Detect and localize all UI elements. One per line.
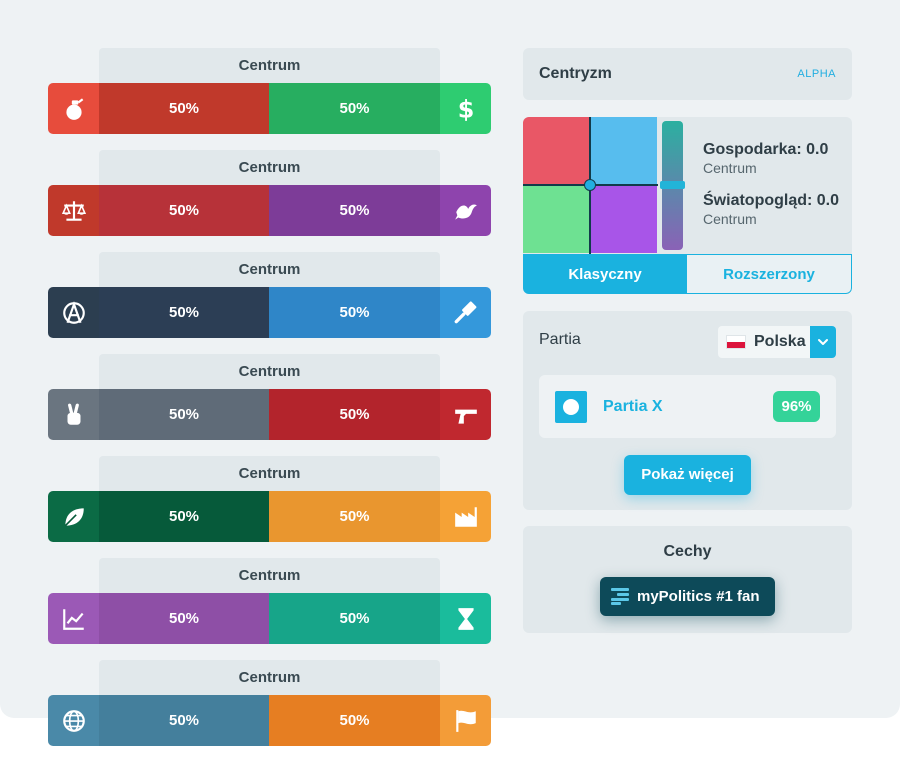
party-card: Partia Polska Partia X 96% Pokaż więcej: [523, 311, 852, 510]
party-match-badge: 96%: [773, 391, 820, 422]
party-label: Partia: [539, 331, 581, 348]
third-axis-slider-knob[interactable]: [660, 181, 685, 189]
axis-label: Centrum: [99, 558, 440, 593]
mypolitics-logo-icon: [611, 588, 629, 605]
traits-card: Cechy myPolitics #1 fan: [523, 526, 852, 633]
axis-bar[interactable]: 50% 50%: [48, 491, 491, 542]
axis-bar[interactable]: 50% 50%: [48, 593, 491, 644]
party-logo-icon: [555, 391, 587, 423]
show-more-button[interactable]: Pokaż więcej: [624, 455, 751, 495]
party-result-row[interactable]: Partia X 96%: [539, 375, 836, 438]
traits-title: Cechy: [663, 543, 712, 560]
axis-label: Centrum: [99, 456, 440, 491]
dove-icon: [440, 185, 491, 236]
compass-tabs: Klasyczny Rozszerzony: [523, 254, 852, 294]
axis-bar[interactable]: 50% 50%: [48, 389, 491, 440]
factory-icon: [440, 491, 491, 542]
axis-row: Centrum 50% 50%: [48, 252, 491, 352]
axis-right-value: 50%: [269, 491, 440, 542]
trait-badge[interactable]: myPolitics #1 fan: [600, 577, 775, 616]
worldview-description: Centrum: [703, 211, 757, 227]
worldview-score: Światopogląd: 0.0: [703, 192, 840, 209]
compass-quadrant-bottom-left: [523, 185, 590, 253]
country-select[interactable]: Polska: [718, 326, 836, 358]
grenade-icon: [48, 83, 99, 134]
axis-right-value: 50%: [269, 593, 440, 644]
economy-score: Gospodarka: 0.0: [703, 141, 829, 158]
axis-left-value: 50%: [99, 83, 269, 134]
axis-left-value: 50%: [99, 287, 269, 338]
axis-right-value: 50%: [269, 695, 440, 746]
growth-chart-icon: [48, 593, 99, 644]
tab-extended[interactable]: Rozszerzony: [687, 254, 852, 294]
axis-right-value: 50%: [269, 287, 440, 338]
compass-quadrant-bottom-right: [590, 185, 657, 253]
axis-bar[interactable]: 50% 50%: [48, 287, 491, 338]
axis-label: Centrum: [99, 660, 440, 695]
trait-badge-label: myPolitics #1 fan: [637, 588, 760, 605]
axis-row: Centrum 50% 50%: [48, 456, 491, 556]
compass-quadrant-top-right: [590, 117, 657, 185]
ideology-title: Centryzm: [539, 65, 612, 82]
tab-classic[interactable]: Klasyczny: [523, 254, 687, 294]
axis-label: Centrum: [99, 150, 440, 185]
chevron-down-icon[interactable]: [810, 326, 836, 358]
axis-left-value: 50%: [99, 491, 269, 542]
economy-description: Centrum: [703, 160, 757, 176]
party-name[interactable]: Partia X: [603, 375, 663, 438]
alpha-badge: ALPHA: [797, 68, 836, 80]
axis-left-value: 50%: [99, 389, 269, 440]
axis-row: Centrum 50% 50%: [48, 150, 491, 250]
axis-label: Centrum: [99, 48, 440, 83]
political-compass[interactable]: [523, 117, 658, 254]
axis-right-value: 50%: [269, 185, 440, 236]
axis-bar[interactable]: 50% 50%: [48, 185, 491, 236]
compass-quadrant-top-left: [523, 117, 590, 185]
axis-bar[interactable]: 50% 50% $: [48, 83, 491, 134]
hourglass-icon: [440, 593, 491, 644]
scales-icon: [48, 185, 99, 236]
peace-hand-icon: [48, 389, 99, 440]
leaf-icon: [48, 491, 99, 542]
pistol-icon: [440, 389, 491, 440]
axis-right-value: 50%: [269, 83, 440, 134]
axis-row: Centrum 50% 50%: [48, 354, 491, 454]
poland-flag-icon: [726, 335, 746, 349]
axis-row: Centrum 50% 50% $: [48, 48, 491, 148]
ideology-card: Centryzm ALPHA: [523, 48, 852, 100]
axis-label: Centrum: [99, 252, 440, 287]
axis-right-value: 50%: [269, 389, 440, 440]
anarchy-icon: [48, 287, 99, 338]
svg-text:$: $: [457, 96, 474, 122]
compass-card: Gospodarka: 0.0 Centrum Światopogląd: 0.…: [523, 117, 852, 294]
globe-icon: [48, 695, 99, 746]
country-name: Polska: [754, 333, 806, 350]
gavel-icon: [440, 287, 491, 338]
dollar-icon: $: [440, 83, 491, 134]
axis-label: Centrum: [99, 354, 440, 389]
axis-left-value: 50%: [99, 695, 269, 746]
flag-icon: [440, 695, 491, 746]
compass-position-marker: [584, 179, 596, 191]
axis-left-value: 50%: [99, 185, 269, 236]
axis-left-value: 50%: [99, 593, 269, 644]
axis-row: Centrum 50% 50%: [48, 660, 491, 760]
axis-row: Centrum 50% 50%: [48, 558, 491, 658]
axis-bar[interactable]: 50% 50%: [48, 695, 491, 746]
